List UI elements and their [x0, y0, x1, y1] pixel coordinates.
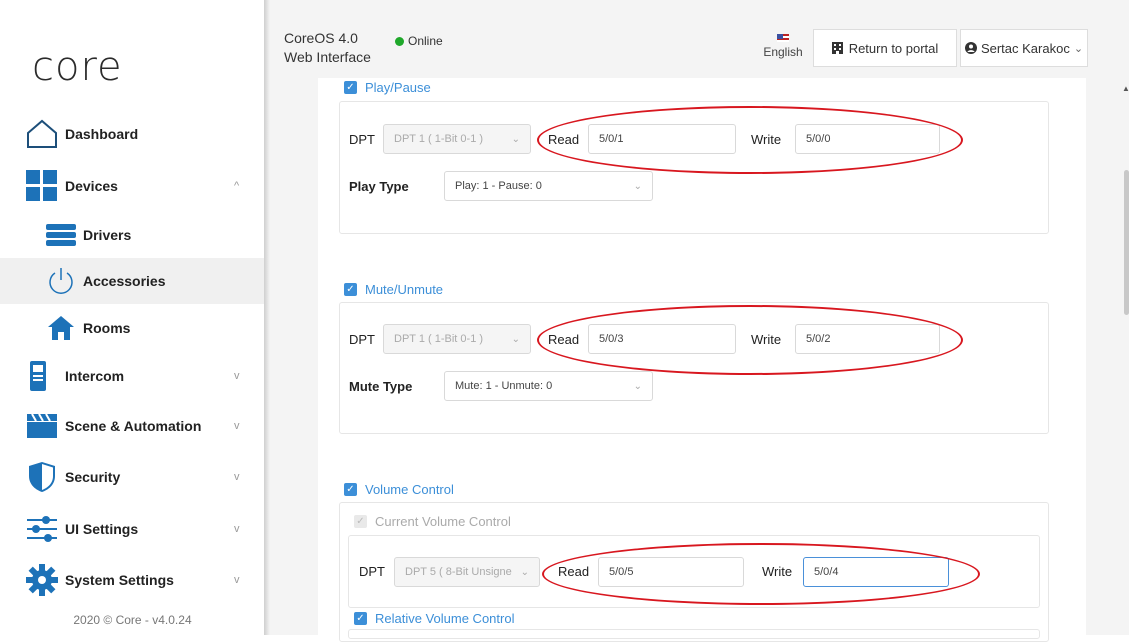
sidebar-item-label: Intercom — [65, 368, 125, 384]
building-icon — [831, 42, 843, 54]
dpt-select[interactable]: DPT 1 ( 1-Bit 0-1 ) ⌄ — [383, 324, 531, 354]
current-volume-checkbox[interactable]: ✓ Current Volume Control — [354, 514, 511, 529]
server-icon — [45, 219, 77, 251]
sidebar-item-rooms[interactable]: Rooms — [0, 305, 265, 351]
dpt-label: DPT — [359, 564, 385, 579]
sidebar-item-label: Drivers — [83, 227, 132, 243]
sidebar-item-dashboard[interactable]: Dashboard — [0, 111, 265, 157]
play-type-label: Play Type — [349, 179, 409, 194]
volume-control-checkbox[interactable]: ✓ Volume Control — [344, 482, 454, 497]
scrollbar[interactable] — [1124, 170, 1129, 315]
chevron-down-icon: v — [234, 574, 240, 586]
check-icon: ✓ — [344, 81, 357, 94]
chevron-down-icon: ⌄ — [633, 381, 642, 392]
user-menu-button[interactable]: Sertac Karakoc ⌄ — [960, 29, 1088, 67]
sidebar-item-label: Scene & Automation — [65, 418, 202, 434]
sidebar-item-ui-settings[interactable]: UI Settings v — [0, 506, 265, 552]
dpt-select-value: DPT 1 ( 1-Bit 0-1 ) — [394, 333, 484, 345]
sidebar-item-scene-automation[interactable]: Scene & Automation v — [0, 403, 265, 449]
status-text: Online — [408, 34, 443, 48]
dpt-select[interactable]: DPT 1 ( 1-Bit 0-1 ) ⌄ — [383, 124, 531, 154]
chevron-down-icon: ⌄ — [511, 134, 520, 145]
sidebar-item-security[interactable]: Security v — [0, 454, 265, 500]
dpt-select[interactable]: DPT 5 ( 8-Bit Unsigne ⌄ — [394, 557, 540, 587]
mute-type-label: Mute Type — [349, 379, 413, 394]
check-icon: ✓ — [354, 515, 367, 528]
online-dot-icon — [395, 36, 404, 46]
sidebar-item-label: UI Settings — [65, 521, 139, 537]
home-icon — [45, 312, 77, 344]
relative-volume-label: Relative Volume Control — [375, 611, 515, 626]
sidebar-item-system-settings[interactable]: System Settings v — [0, 557, 265, 603]
play-pause-checkbox[interactable]: ✓ Play/Pause — [344, 80, 431, 95]
chevron-down-icon: ⌄ — [1073, 42, 1084, 55]
section-title: Volume Control — [365, 482, 454, 497]
sidebar-item-label: Security — [65, 469, 121, 485]
us-flag-icon — [777, 34, 789, 42]
sliders-icon — [26, 513, 58, 545]
intercom-icon — [22, 360, 54, 392]
chevron-down-icon: v — [234, 370, 240, 382]
language-selector[interactable]: English — [760, 34, 806, 59]
section-title: Play/Pause — [365, 80, 431, 95]
core-logo: core — [32, 44, 123, 90]
check-icon: ✓ — [344, 483, 357, 496]
sidebar-item-label: Accessories — [83, 273, 166, 289]
sidebar-item-label: Rooms — [83, 320, 131, 336]
play-type-value: Play: 1 - Pause: 0 — [455, 180, 542, 192]
sidebar-item-intercom[interactable]: Intercom v — [0, 353, 265, 399]
sidebar-item-label: Dashboard — [65, 126, 139, 142]
version-footer: 2020 © Core - v4.0.24 — [73, 613, 192, 627]
chevron-down-icon: ⌄ — [511, 334, 520, 345]
annotation-oval — [537, 305, 963, 375]
mute-type-select[interactable]: Mute: 1 - Unmute: 0 ⌄ — [444, 371, 653, 401]
house-icon — [26, 118, 58, 150]
check-icon: ✓ — [354, 612, 367, 625]
relative-volume-card — [348, 629, 1040, 639]
chevron-down-icon: v — [234, 471, 240, 483]
check-icon: ✓ — [344, 283, 357, 296]
power-icon — [45, 265, 77, 297]
user-circle-icon — [964, 42, 977, 54]
mute-type-value: Mute: 1 - Unmute: 0 — [455, 380, 553, 392]
current-volume-label: Current Volume Control — [375, 514, 511, 529]
dpt-label: DPT — [349, 332, 375, 347]
dpt-select-value: DPT 1 ( 1-Bit 0-1 ) — [394, 133, 484, 145]
sidebar: core Dashboard Devices ^ Drivers Accesso… — [0, 0, 265, 635]
sidebar-item-drivers[interactable]: Drivers — [0, 212, 265, 258]
relative-volume-checkbox[interactable]: ✓ Relative Volume Control — [354, 611, 514, 626]
chevron-down-icon: v — [234, 420, 240, 432]
scroll-up-icon[interactable]: ▲ — [1122, 84, 1129, 93]
grid-icon — [26, 170, 58, 202]
return-portal-label: Return to portal — [848, 40, 939, 56]
chevron-down-icon: ⌄ — [520, 567, 529, 578]
app-subtitle: Web Interface — [284, 49, 371, 65]
chevron-down-icon: ⌄ — [633, 181, 642, 192]
sidebar-item-accessories[interactable]: Accessories — [0, 258, 265, 304]
sidebar-item-devices[interactable]: Devices ^ — [0, 163, 265, 209]
return-portal-button[interactable]: Return to portal — [813, 29, 957, 67]
user-name: Sertac Karakoc — [980, 40, 1070, 56]
language-label: English — [763, 45, 803, 59]
chevron-up-icon: ^ — [234, 180, 240, 192]
sidebar-item-label: Devices — [65, 178, 118, 194]
play-type-select[interactable]: Play: 1 - Pause: 0 ⌄ — [444, 171, 653, 201]
chevron-down-icon: v — [234, 523, 240, 535]
shield-icon — [26, 461, 58, 493]
status-badge: Online — [395, 34, 443, 48]
annotation-oval — [542, 543, 980, 605]
clapperboard-icon — [26, 410, 58, 442]
app-title: CoreOS 4.0 — [284, 30, 358, 46]
gear-icon — [26, 564, 58, 596]
dpt-label: DPT — [349, 132, 375, 147]
mute-unmute-checkbox[interactable]: ✓ Mute/Unmute — [344, 282, 443, 297]
sidebar-item-label: System Settings — [65, 572, 174, 588]
section-title: Mute/Unmute — [365, 282, 444, 297]
dpt-select-value: DPT 5 ( 8-Bit Unsigne — [405, 566, 512, 578]
annotation-oval — [537, 106, 963, 174]
